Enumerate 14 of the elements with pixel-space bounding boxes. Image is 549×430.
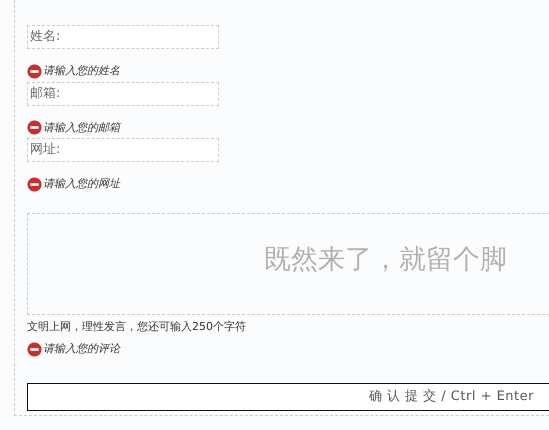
error-icon — [27, 120, 42, 136]
comment-field[interactable]: 既然来了，就留个脚 — [27, 212, 549, 314]
error-icon — [27, 64, 42, 79]
input-field[interactable]: 邮箱: — [27, 82, 219, 106]
error-message: 请输入您的姓名 — [43, 63, 120, 79]
input-field[interactable]: 网址: — [27, 138, 219, 162]
submit-button[interactable]: 确 认 提 交 / Ctrl + Enter — [27, 382, 549, 410]
error-message: 请输入您的邮箱 — [43, 120, 120, 136]
error-message: 请输入您的网址 — [43, 176, 120, 192]
error-icon — [27, 342, 42, 357]
character-count-note: 文明上网，理性发言，您还可输入250个字符 — [27, 318, 247, 334]
error-icon — [27, 176, 42, 192]
input-field[interactable]: 姓名: — [27, 25, 219, 49]
error-message: 请输入您的评论 — [43, 341, 120, 357]
